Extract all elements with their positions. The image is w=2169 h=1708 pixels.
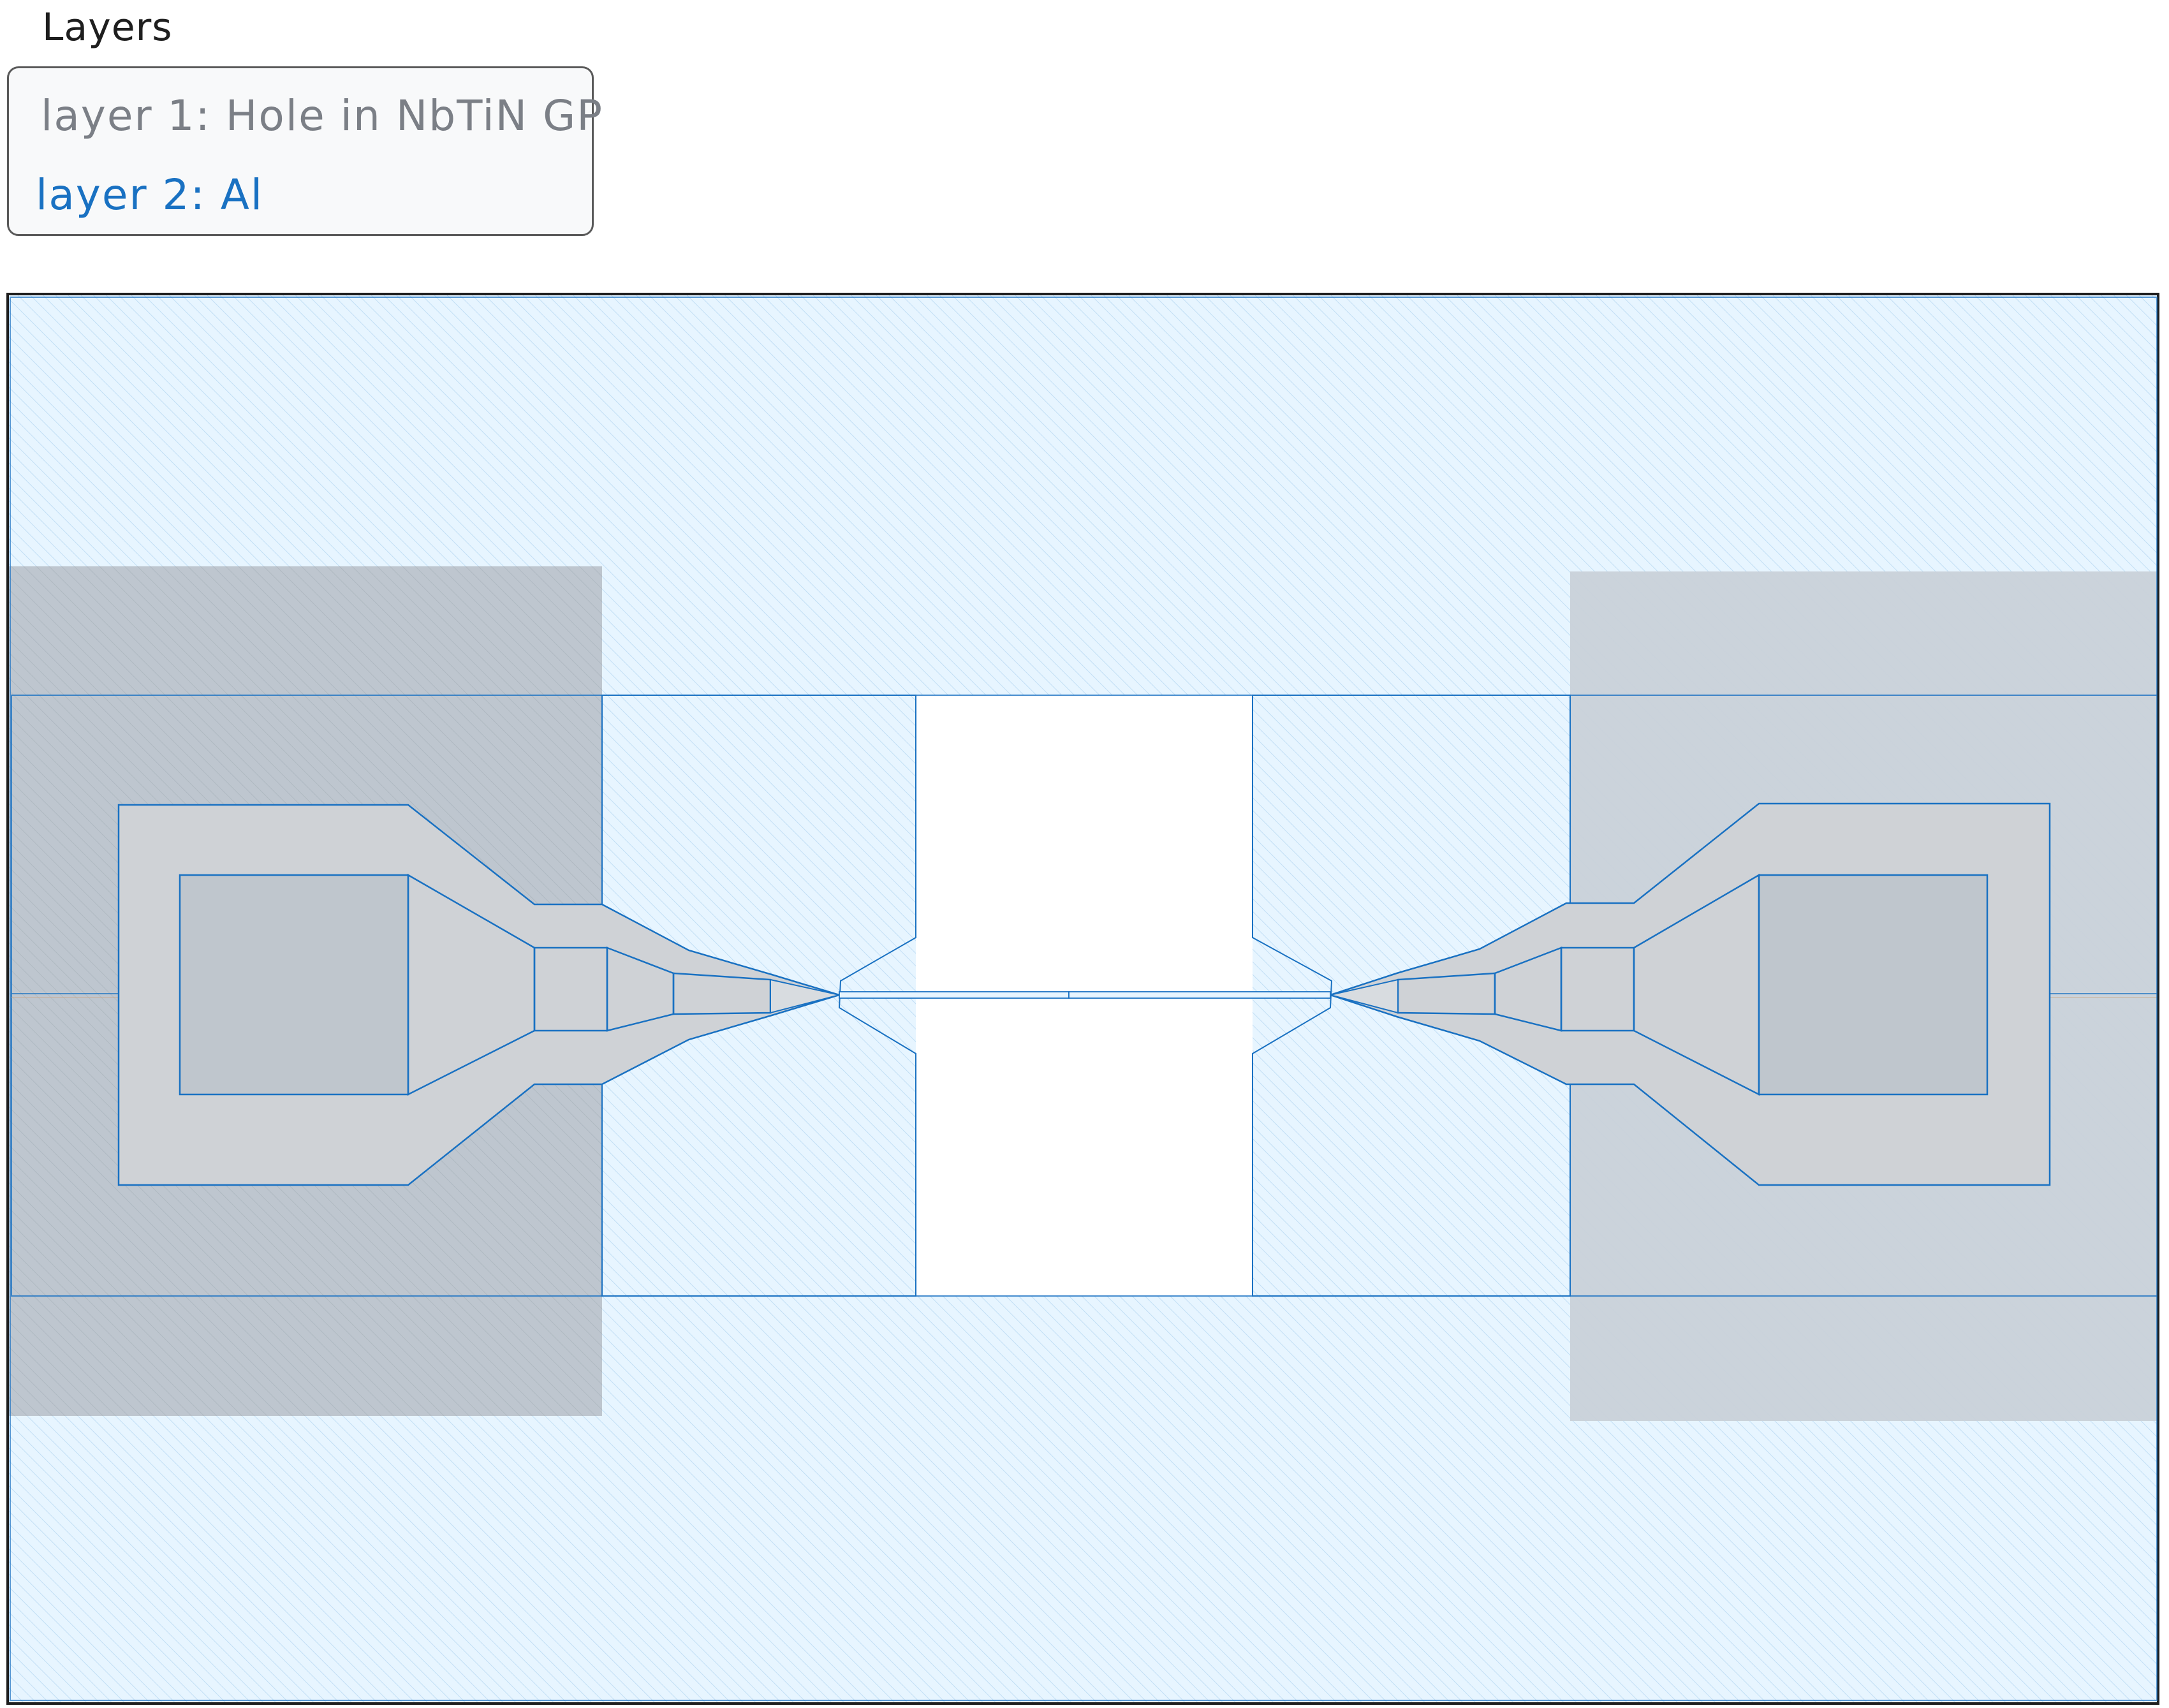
- device-layout: [6, 293, 2159, 1705]
- right-pad-square: [1758, 874, 1989, 1096]
- junction-wire-left: [839, 991, 1070, 999]
- left-pad-square: [179, 874, 409, 1096]
- junction-wire-right: [1068, 991, 1331, 999]
